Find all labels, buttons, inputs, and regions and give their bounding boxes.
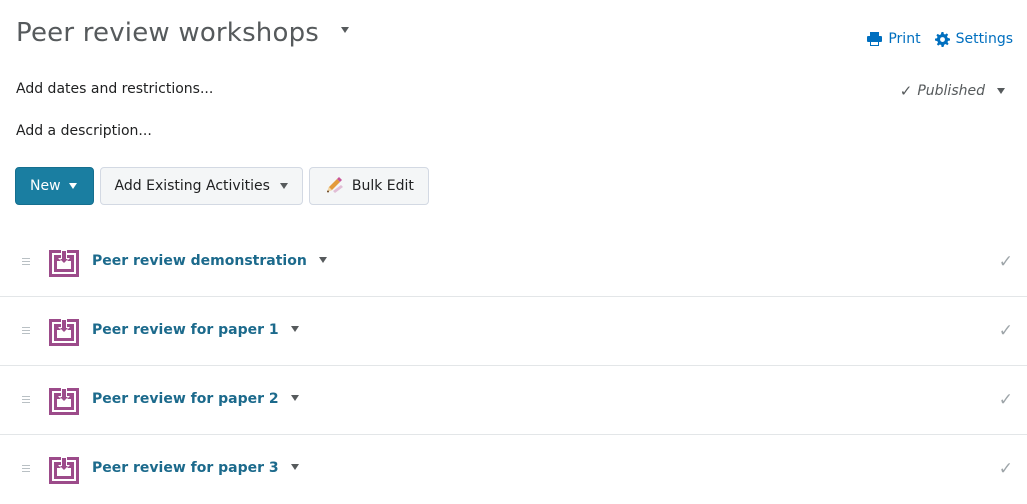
chevron-down-icon — [997, 88, 1005, 94]
chevron-down-icon[interactable] — [341, 27, 350, 33]
page-title: Peer review workshops — [16, 18, 320, 48]
drag-handle-icon[interactable] — [22, 258, 30, 267]
checkmark-icon: ✓ — [998, 321, 1013, 341]
activity-title: Peer review demonstration — [92, 253, 307, 269]
printer-icon — [867, 32, 883, 46]
activity-link[interactable]: Peer review for paper 3 — [92, 460, 299, 476]
gear-icon — [934, 31, 950, 47]
assignment-submission-icon — [49, 457, 79, 484]
chevron-down-icon — [68, 183, 77, 189]
activity-link[interactable]: Peer review demonstration — [92, 253, 327, 269]
bulk-edit-label: Bulk Edit — [351, 178, 414, 194]
list-item: Peer review demonstration ✓ — [0, 228, 1027, 297]
chevron-down-icon — [279, 183, 288, 189]
drag-handle-icon[interactable] — [22, 465, 30, 474]
chevron-down-icon[interactable] — [318, 256, 327, 263]
activity-link[interactable]: Peer review for paper 1 — [92, 322, 299, 338]
activity-title: Peer review for paper 3 — [92, 460, 279, 476]
assignment-submission-icon — [49, 250, 79, 277]
add-existing-label: Add Existing Activities — [114, 178, 270, 194]
activity-list: Peer review demonstration ✓ Peer review … — [0, 228, 1027, 504]
checkmark-icon: ✓ — [998, 459, 1013, 479]
pencil-icon — [324, 177, 344, 195]
new-button[interactable]: New — [15, 167, 94, 205]
drag-handle-icon[interactable] — [22, 327, 30, 336]
list-item: Peer review for paper 2 ✓ — [0, 366, 1027, 435]
chevron-down-icon[interactable] — [290, 394, 299, 401]
list-item: Peer review for paper 3 ✓ — [0, 435, 1027, 504]
toolbar: New Add Existing Activities Bulk Edit — [15, 167, 429, 205]
checkmark-icon: ✓ — [998, 252, 1013, 272]
print-button[interactable]: Print — [867, 31, 921, 47]
new-button-label: New — [30, 178, 61, 194]
top-actions: Print Settings — [867, 31, 1013, 47]
activity-title: Peer review for paper 1 — [92, 322, 279, 338]
print-label: Print — [888, 31, 921, 47]
add-description-link[interactable]: Add a description... — [16, 123, 152, 139]
assignment-submission-icon — [49, 319, 79, 346]
assignment-submission-icon — [49, 388, 79, 415]
status-label: Published — [917, 83, 985, 99]
drag-handle-icon[interactable] — [22, 396, 30, 405]
activity-title: Peer review for paper 2 — [92, 391, 279, 407]
checkmark-icon: ✓ — [998, 390, 1013, 410]
add-dates-link[interactable]: Add dates and restrictions... — [16, 81, 213, 97]
content-module-page: Peer review workshops Print Settings Add… — [0, 0, 1027, 490]
list-item: Peer review for paper 1 ✓ — [0, 297, 1027, 366]
chevron-down-icon[interactable] — [290, 463, 299, 470]
add-existing-activities-button[interactable]: Add Existing Activities — [99, 167, 303, 205]
publish-status-dropdown[interactable]: ✓ Published — [900, 82, 1005, 100]
checkmark-icon: ✓ — [899, 82, 913, 100]
settings-button[interactable]: Settings — [934, 31, 1013, 47]
module-header: Peer review workshops — [16, 18, 350, 48]
settings-label: Settings — [955, 31, 1013, 47]
bulk-edit-button[interactable]: Bulk Edit — [308, 167, 429, 205]
chevron-down-icon[interactable] — [290, 325, 299, 332]
activity-link[interactable]: Peer review for paper 2 — [92, 391, 299, 407]
